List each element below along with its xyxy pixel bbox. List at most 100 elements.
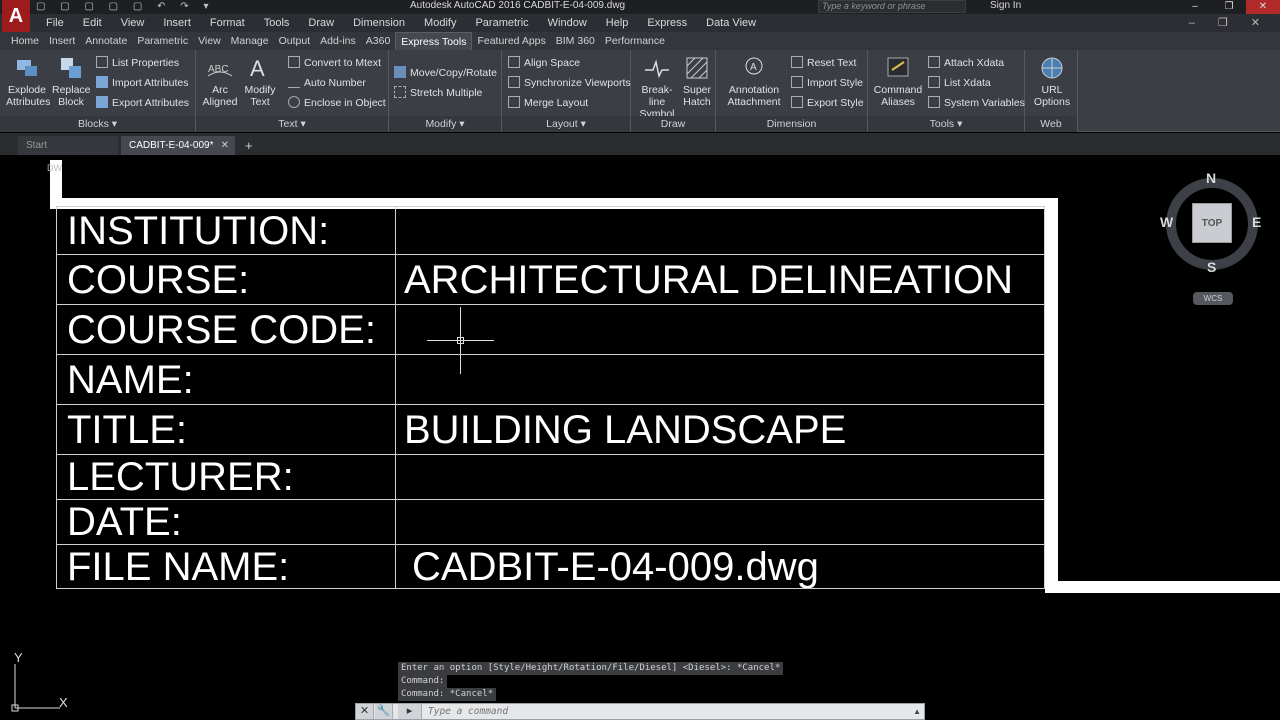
menu-parametric[interactable]: Parametric xyxy=(475,14,528,32)
annotation-attachment-icon: A xyxy=(745,57,763,75)
export-attributes-button[interactable]: Export Attributes xyxy=(96,96,189,110)
tab-output[interactable]: Output xyxy=(274,32,316,50)
modify-text-button[interactable]: A Modify Text xyxy=(242,54,278,108)
menu-edit[interactable]: Edit xyxy=(83,14,102,32)
viewcube[interactable]: TOP N S E W xyxy=(1160,170,1264,275)
restore-button[interactable]: ❐ xyxy=(1212,0,1246,14)
arc-aligned-text-icon: ABC xyxy=(207,64,233,77)
stretch-multiple-button[interactable]: Stretch Multiple xyxy=(394,86,482,100)
menu-format[interactable]: Format xyxy=(210,14,245,32)
menu-help[interactable]: Help xyxy=(606,14,629,32)
replace-block-button[interactable]: Replace Block xyxy=(52,54,91,108)
panel-tools-label[interactable]: Tools ▾ xyxy=(868,116,1024,132)
tab-a360[interactable]: A360 xyxy=(361,32,396,50)
corner-text: DW xyxy=(47,163,62,173)
menu-data-view[interactable]: Data View xyxy=(706,14,756,32)
list-xdata-button[interactable]: List Xdata xyxy=(928,76,991,90)
explode-attributes-button[interactable]: Explode Attributes xyxy=(6,54,50,108)
panel-layout-label[interactable]: Layout ▾ xyxy=(502,116,630,132)
url-options-button[interactable]: URL Options xyxy=(1031,54,1073,108)
drawing-border-bottom xyxy=(1045,581,1280,593)
compass-north[interactable]: N xyxy=(1206,170,1216,186)
close-command-line-icon[interactable]: ✕ xyxy=(356,704,374,719)
list-properties-button[interactable]: List Properties xyxy=(96,56,179,70)
convert-to-mtext-button[interactable]: Convert to Mtext xyxy=(288,56,381,70)
break-line-symbol-button[interactable]: Break-line Symbol xyxy=(634,54,680,120)
row-label: FILE NAME: xyxy=(56,544,396,589)
menu-dimension[interactable]: Dimension xyxy=(353,14,405,32)
panel-blocks-label[interactable]: Blocks ▾ xyxy=(0,116,195,132)
align-space-icon xyxy=(508,56,520,68)
menu-tools[interactable]: Tools xyxy=(264,14,290,32)
import-icon xyxy=(96,76,108,88)
command-history-toggle-icon[interactable]: ▲ xyxy=(913,704,921,719)
compass-east[interactable]: E xyxy=(1252,214,1261,230)
row-value xyxy=(395,354,1045,405)
row-label: TITLE: xyxy=(56,404,396,455)
import-attributes-button[interactable]: Import Attributes xyxy=(96,76,188,90)
compass-south[interactable]: S xyxy=(1207,259,1216,275)
tab-bim-360[interactable]: BIM 360 xyxy=(551,32,600,50)
close-button[interactable]: ✕ xyxy=(1246,0,1280,14)
svg-text:A: A xyxy=(250,56,265,81)
compass-west[interactable]: W xyxy=(1160,214,1173,230)
tab-current-drawing[interactable]: CADBIT-E-04-009* ✕ xyxy=(121,136,235,155)
tab-start[interactable]: Start xyxy=(18,136,118,155)
minimize-button[interactable]: – xyxy=(1178,0,1212,14)
tab-insert[interactable]: Insert xyxy=(44,32,80,50)
menu-window[interactable]: Window xyxy=(548,14,587,32)
command-input[interactable] xyxy=(426,704,906,719)
tab-home[interactable]: Home xyxy=(6,32,44,50)
tab-manage[interactable]: Manage xyxy=(226,32,274,50)
auto-number-button[interactable]: Auto Number xyxy=(288,76,366,90)
command-history: Enter an option [Style/Height/Rotation/F… xyxy=(398,662,784,701)
enclose-in-object-button[interactable]: Enclose in Object xyxy=(288,96,386,110)
table-row: LECTURER: xyxy=(56,454,1045,500)
annotation-attachment-button[interactable]: A Annotation Attachment xyxy=(722,54,786,108)
panel-text-label[interactable]: Text ▾ xyxy=(196,116,388,132)
command-history-line: Command: xyxy=(398,675,448,688)
panel-modify-label[interactable]: Modify ▾ xyxy=(389,116,501,132)
merge-layout-icon xyxy=(508,96,520,108)
menu-draw[interactable]: Draw xyxy=(308,14,334,32)
tab-performance[interactable]: Performance xyxy=(600,32,670,50)
tab-view[interactable]: View xyxy=(193,32,226,50)
reset-text-button[interactable]: Reset Text xyxy=(791,56,856,70)
ucs-icon: Y X xyxy=(8,650,78,716)
table-row: DATE: xyxy=(56,499,1045,545)
reset-text-icon xyxy=(791,56,803,68)
sign-in-button[interactable]: Sign In xyxy=(990,0,1021,11)
viewcube-top-face[interactable]: TOP xyxy=(1192,203,1232,243)
tab-express-tools[interactable]: Express Tools xyxy=(395,32,473,50)
customize-icon[interactable]: 🔧 xyxy=(375,704,393,719)
tab-annotate[interactable]: Annotate xyxy=(80,32,132,50)
menu-insert[interactable]: Insert xyxy=(163,14,191,32)
menu-file[interactable]: File xyxy=(46,14,64,32)
command-aliases-button[interactable]: Command Aliases xyxy=(872,54,924,108)
tab-parametric[interactable]: Parametric xyxy=(132,32,193,50)
table-row: COURSE: ARCHITECTURAL DELINEATION xyxy=(56,254,1045,305)
wcs-menu[interactable]: WCS xyxy=(1193,292,1233,305)
import-style-button[interactable]: Import Style xyxy=(791,76,863,90)
merge-layout-button[interactable]: Merge Layout xyxy=(508,96,588,110)
quick-access-toolbar[interactable]: ▢ ▢ ▢ ▢ ▢ ↶ ↷ ▾ xyxy=(36,1,214,12)
move-copy-rotate-button[interactable]: Move/Copy/Rotate xyxy=(394,66,497,80)
recent-commands-icon[interactable]: ▸ xyxy=(398,704,422,719)
close-tab-icon[interactable]: ✕ xyxy=(221,136,229,155)
search-input[interactable]: Type a keyword or phrase xyxy=(818,0,966,13)
super-hatch-button[interactable]: Super Hatch xyxy=(681,54,713,108)
align-space-button[interactable]: Align Space xyxy=(508,56,580,70)
system-variables-button[interactable]: System Variables xyxy=(928,96,1025,110)
arc-aligned-button[interactable]: ABC Arc Aligned xyxy=(200,54,240,108)
tab-add-ins[interactable]: Add-ins xyxy=(315,32,361,50)
application-menu-button[interactable]: A xyxy=(2,0,30,32)
new-drawing-tab-button[interactable]: + xyxy=(240,136,260,155)
document-window-controls[interactable]: – ❐ ✕ xyxy=(1189,14,1270,32)
export-style-button[interactable]: Export Style xyxy=(791,96,864,110)
attach-xdata-button[interactable]: Attach Xdata xyxy=(928,56,1004,70)
menu-modify[interactable]: Modify xyxy=(424,14,456,32)
menu-view[interactable]: View xyxy=(121,14,145,32)
tab-featured-apps[interactable]: Featured Apps xyxy=(472,32,550,50)
synchronize-viewports-button[interactable]: Synchronize Viewports xyxy=(508,76,631,90)
menu-express[interactable]: Express xyxy=(647,14,687,32)
